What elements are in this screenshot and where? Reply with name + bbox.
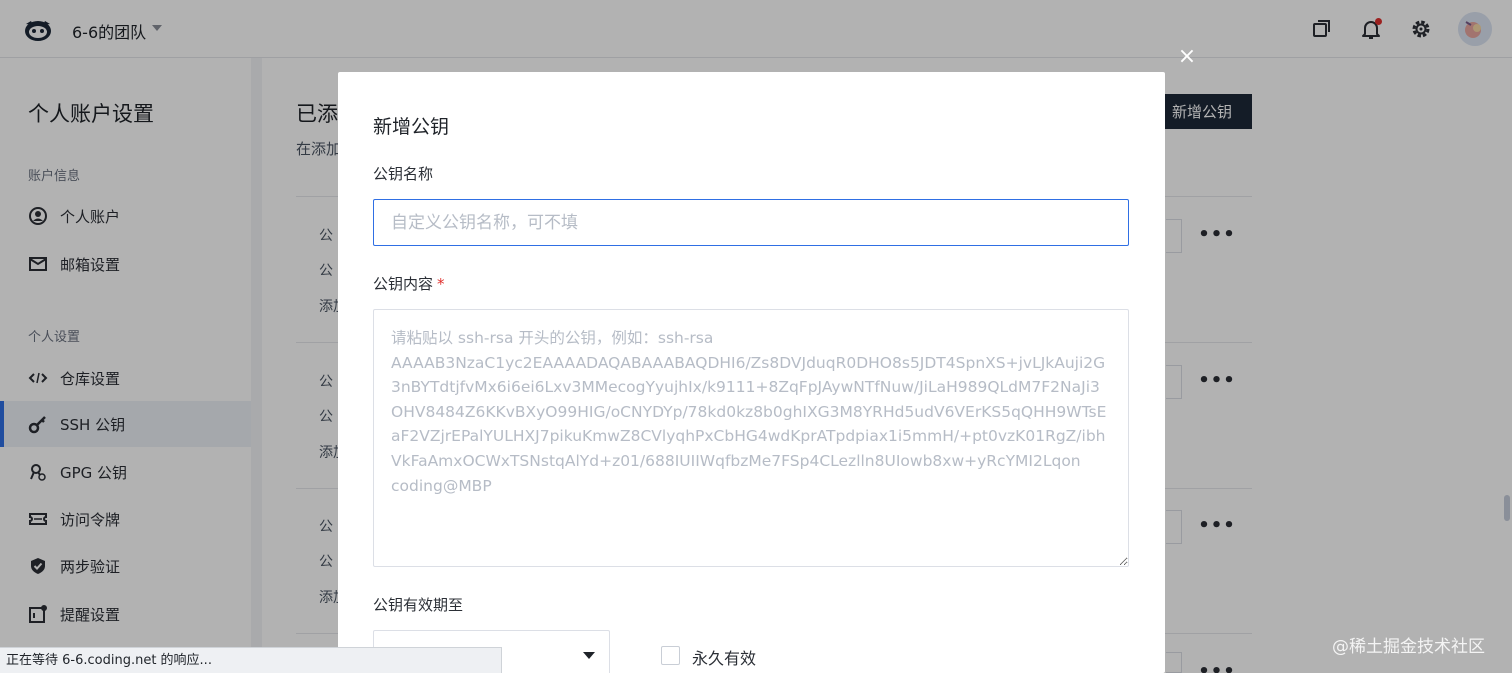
forever-checkbox[interactable]	[661, 646, 680, 665]
close-icon[interactable]: ×	[1176, 46, 1198, 68]
chevron-down-icon	[583, 652, 595, 659]
dialog-title: 新增公钥	[373, 116, 450, 138]
expire-label: 公钥有效期至	[373, 596, 464, 614]
key-content-textarea[interactable]	[373, 309, 1129, 567]
forever-label[interactable]: 永久有效	[692, 645, 756, 669]
browser-status-bar: 正在等待 6-6.coding.net 的响应...	[0, 647, 502, 673]
add-key-dialog: 新增公钥 公钥名称 公钥内容* 公钥有效期至 2023-10-06 永久有效	[338, 72, 1165, 673]
key-content-label-text: 公钥内容	[373, 275, 434, 293]
watermark: @稀土掘金技术社区	[1332, 637, 1485, 657]
required-mark: *	[437, 275, 445, 293]
key-name-input[interactable]	[373, 199, 1129, 246]
key-content-label: 公钥内容 *	[373, 273, 445, 294]
key-name-label: 公钥名称	[373, 165, 434, 183]
scrollbar[interactable]	[1504, 495, 1510, 521]
